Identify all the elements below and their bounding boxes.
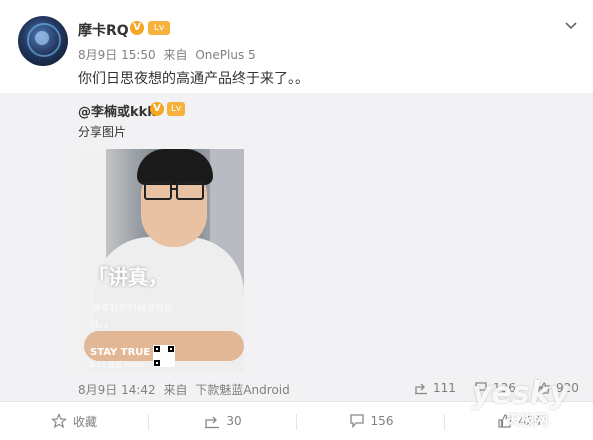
repost-icon [205, 416, 220, 429]
repost-author[interactable]: @李楠或kkk [78, 101, 156, 120]
comment-count: 156 [370, 414, 394, 428]
repost-stat-reposts-count: 111 [433, 381, 456, 395]
comment-button[interactable]: 156 [297, 402, 445, 440]
chevron-down-icon[interactable] [562, 16, 580, 34]
device-link[interactable]: OnePlus 5 [195, 48, 255, 62]
post-date[interactable]: 8月9日 15:50 [78, 48, 156, 62]
level-icon: Lv [167, 102, 185, 116]
photo-glasses [144, 182, 204, 200]
repost-icon [415, 383, 427, 395]
watermark-logo-text: yesky [472, 376, 570, 411]
photo-stay-true: STAY TRUE [90, 347, 151, 358]
via-label: 来自 [163, 383, 188, 397]
shared-photo[interactable]: 「讲真， 谁年轻的时候没有帅 过。」 STAY TRUE 8.23 魅蓝 Not… [78, 149, 244, 371]
post-meta: 8月9日 15:50 来自 OnePlus 5 [78, 46, 260, 63]
favorite-button[interactable]: 收藏 [0, 402, 148, 440]
avatar-core [35, 31, 49, 45]
verified-icon: V [150, 102, 164, 116]
repost-date[interactable]: 8月9日 14:42 [78, 383, 156, 397]
repost-text: 分享图片 [78, 125, 127, 139]
watermark-logo: yesky 天极网 [472, 376, 590, 436]
repost-meta: 8月9日 14:42 来自 下款魅蓝Android [78, 381, 294, 398]
repost-stat-reposts[interactable]: 111 [414, 381, 456, 395]
repost-card: @李楠或kkk V Lv 分享图片 「讲真， 谁年轻的时候没有帅 过。」 STA… [0, 93, 593, 401]
post-content: 你们日思夜想的高通产品终于来了。。 [78, 71, 309, 87]
weibo-post: 摩卡RQ V Lv 8月9日 15:50 来自 OnePlus 5 你们日思夜想… [0, 0, 593, 440]
device-link[interactable]: 下款魅蓝Android [195, 383, 289, 397]
photo-slogan: 「讲真， [88, 265, 168, 289]
via-label: 来自 [163, 48, 188, 62]
photo-subline-2: 过。」 [90, 320, 113, 330]
author-name[interactable]: 摩卡RQ [78, 20, 129, 40]
photo-footer: 8.23 魅蓝 Note6 [90, 361, 146, 369]
photo-subline-1: 谁年轻的时候没有帅 [92, 304, 174, 314]
avatar[interactable] [18, 16, 68, 66]
repost-button[interactable]: 30 [149, 402, 297, 440]
level-icon: Lv [148, 21, 170, 35]
watermark-sub-text: 天极网 [506, 413, 548, 429]
verified-icon: V [130, 21, 144, 35]
photo-hair [137, 149, 213, 185]
favorite-icon [50, 413, 67, 429]
comment-icon [349, 414, 364, 429]
repost-count: 30 [226, 414, 242, 428]
qr-code-icon [153, 345, 175, 367]
favorite-label: 收藏 [72, 414, 97, 429]
